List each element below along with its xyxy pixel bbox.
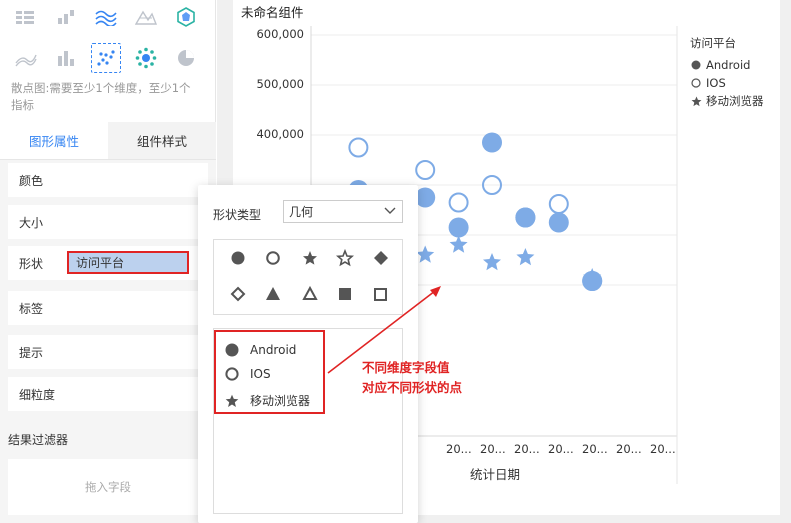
hollow-star-icon (335, 248, 355, 267)
point-mobile-browser[interactable] (516, 248, 535, 266)
x-tick-label: 20... (514, 442, 540, 456)
mapping-item-mobile-browser[interactable]: 移动浏览器 (225, 392, 310, 409)
x-tick-label: 20... (480, 442, 506, 456)
hollow-diamond-icon (230, 286, 246, 302)
point-android[interactable] (548, 212, 569, 233)
x-tick-label: 20... (650, 442, 676, 456)
legend-mobile-browser-label: 移动浏览器 (706, 94, 764, 108)
legend-title: 访问平台 (690, 36, 736, 50)
mapping-mobile-browser-label: 移动浏览器 (250, 394, 311, 408)
y-tick-label: 600,000 (256, 27, 304, 41)
point-mobile-browser[interactable] (449, 235, 468, 253)
point-ios[interactable] (448, 192, 469, 213)
filled-square-icon (339, 288, 351, 300)
legend-android-label: Android (706, 58, 751, 72)
filled-diamond-icon (374, 251, 388, 265)
hollow-circle-icon (266, 251, 280, 265)
point-ios[interactable] (548, 194, 569, 214)
shape-palette (213, 239, 403, 315)
legend-ios-label: IOS (706, 76, 726, 90)
x-tick-label: 20... (582, 442, 608, 456)
y-tick-label: 400,000 (256, 127, 304, 141)
point-ios[interactable] (348, 137, 369, 158)
annotation-line-2: 对应不同形状的点 (362, 380, 463, 395)
point-android[interactable] (448, 217, 469, 238)
shape-type-value: 几何 (289, 205, 314, 219)
legend-item-android[interactable]: Android (690, 56, 764, 74)
hollow-circle-icon (225, 367, 239, 381)
hollow-circle-icon (690, 78, 702, 88)
filled-star-icon (303, 251, 317, 265)
x-axis-label: 统计日期 (470, 467, 521, 482)
point-android[interactable] (415, 187, 436, 208)
legend-item-mobile-browser[interactable]: 移动浏览器 (690, 92, 764, 110)
annotation-line-1: 不同维度字段值 (362, 360, 450, 375)
shape-type-select[interactable]: 几何 (283, 200, 403, 223)
mapping-ios-label: IOS (250, 367, 271, 381)
filled-circle-icon (690, 60, 702, 70)
y-tick-label: 500,000 (256, 77, 304, 91)
mapping-item-android[interactable]: Android (225, 343, 296, 357)
point-android[interactable] (482, 132, 502, 153)
x-tick-label: 20... (446, 442, 472, 456)
chevron-down-icon (384, 204, 396, 219)
x-tick-label: 20... (616, 442, 642, 456)
filled-circle-icon (231, 251, 245, 265)
shape-type-label: 形状类型 (213, 208, 262, 222)
point-mobile-browser[interactable] (416, 245, 435, 263)
star-icon (690, 96, 702, 107)
filled-circle-icon (225, 343, 239, 357)
hollow-square-icon (374, 288, 387, 301)
point-ios[interactable] (415, 160, 436, 180)
annotation-text: 不同维度字段值 对应不同形状的点 (362, 358, 462, 398)
mapping-android-label: Android (250, 343, 297, 357)
x-tick-label: 20... (548, 442, 574, 456)
hollow-triangle-icon (302, 285, 318, 300)
legend-item-ios[interactable]: IOS (690, 74, 764, 92)
mapping-item-ios[interactable]: IOS (225, 367, 271, 381)
chart-legend: 访问平台 Android IOS 移动浏览器 (690, 34, 764, 110)
point-mobile-browser[interactable] (483, 253, 501, 271)
filled-triangle-icon (266, 287, 280, 300)
filled-star-icon (225, 394, 239, 408)
